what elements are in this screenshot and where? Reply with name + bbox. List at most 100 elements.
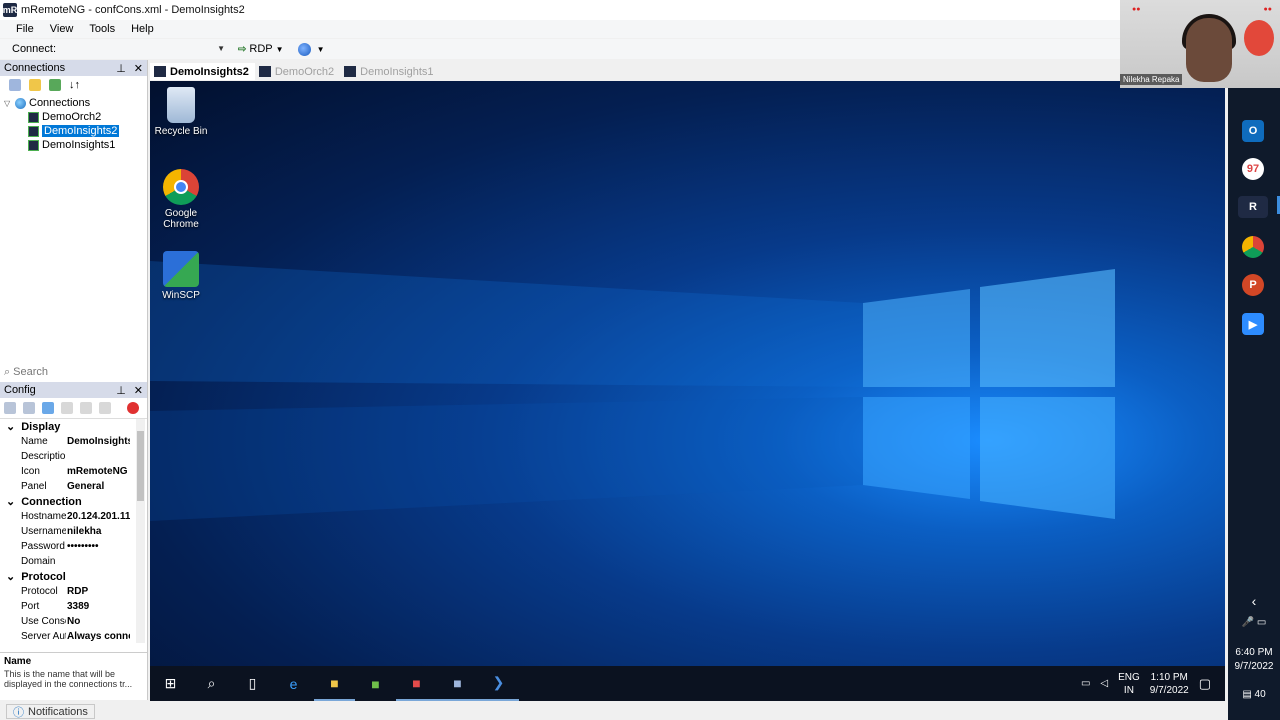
chevron-down-icon: ▼ bbox=[275, 44, 284, 54]
prop-value[interactable]: General bbox=[66, 481, 130, 492]
desktop-icon-recycle-bin[interactable]: Recycle Bin bbox=[150, 87, 212, 137]
task-view-button[interactable]: ▯ bbox=[232, 666, 273, 701]
notifications-button[interactable]: ⓘ Notifications bbox=[6, 704, 95, 719]
taskbar-app-red[interactable]: ■ bbox=[396, 666, 437, 701]
prop-value[interactable]: Always connect bbox=[66, 631, 130, 642]
taskbar-file-explorer[interactable]: ■ bbox=[314, 666, 355, 701]
outlook-icon[interactable]: O bbox=[1242, 120, 1264, 142]
menu-file[interactable]: File bbox=[8, 23, 42, 35]
new-connection-icon[interactable] bbox=[9, 79, 21, 91]
prop-row[interactable]: Hostname 20.124.201.11 bbox=[0, 509, 147, 524]
zoom-icon[interactable]: ▶ bbox=[1242, 313, 1264, 335]
tree-item-demoinsights1[interactable]: DemoInsights1 bbox=[4, 138, 147, 152]
chevron-left-icon[interactable]: ‹ bbox=[1228, 594, 1280, 608]
tree-root[interactable]: ▽ Connections bbox=[4, 96, 147, 110]
collapse-icon[interactable]: ▽ bbox=[4, 99, 12, 108]
inheritance-icon[interactable] bbox=[61, 402, 73, 414]
tree-item-demoorch2[interactable]: DemoOrch2 bbox=[4, 110, 147, 124]
prop-value[interactable]: ••••••••• bbox=[66, 541, 130, 552]
notifications-label: Notifications bbox=[28, 705, 88, 718]
app-badge-icon[interactable]: 97 bbox=[1242, 158, 1264, 180]
desktop-icon-chrome[interactable]: Google Chrome bbox=[150, 169, 212, 230]
category-connection[interactable]: ⌄ Connection bbox=[0, 494, 147, 509]
prop-value[interactable]: No bbox=[66, 616, 130, 627]
globe-icon[interactable] bbox=[297, 42, 311, 56]
taskbar-ie[interactable]: e bbox=[273, 666, 314, 701]
remote-desktop[interactable]: Recycle Bin Google Chrome WinSCP ⊞ ⌕ ▯ e… bbox=[150, 81, 1225, 701]
prop-value[interactable]: DemoInsights2 bbox=[66, 436, 130, 447]
taskbar-app[interactable]: ■ bbox=[355, 666, 396, 701]
app-icon: ■ bbox=[412, 674, 421, 691]
category-display[interactable]: ⌄ Display bbox=[0, 419, 147, 434]
sort-icon[interactable]: ↓↑ bbox=[69, 79, 80, 91]
close-icon[interactable]: ✕ bbox=[134, 62, 143, 75]
menu-help[interactable]: Help bbox=[123, 23, 162, 35]
menu-view[interactable]: View bbox=[42, 23, 82, 35]
network-icon[interactable]: ▭ bbox=[1081, 678, 1090, 689]
prop-value[interactable]: RDP bbox=[66, 586, 130, 597]
view-icon[interactable] bbox=[49, 79, 61, 91]
prop-row[interactable]: Panel General bbox=[0, 479, 147, 494]
property-grid-scrollbar[interactable] bbox=[136, 419, 145, 643]
prop-value[interactable]: 3389 bbox=[66, 601, 130, 612]
taskbar-winscp[interactable]: ■ bbox=[437, 666, 478, 701]
prop-row[interactable]: Password ••••••••• bbox=[0, 539, 147, 554]
prop-value[interactable]: mRemoteNG bbox=[66, 466, 130, 477]
volume-icon[interactable]: ◁ bbox=[1100, 678, 1108, 689]
prop-row[interactable]: Server AuthenticationAlways connect bbox=[0, 629, 147, 643]
chrome-icon[interactable] bbox=[1242, 236, 1264, 258]
prop-row[interactable]: Domain bbox=[0, 554, 147, 569]
prop-row[interactable]: Icon mRemoteNG bbox=[0, 464, 147, 479]
tab-demoorch2[interactable]: DemoOrch2 bbox=[255, 63, 340, 80]
protocol-dropdown[interactable]: ⇨ RDP ▼ bbox=[238, 43, 284, 55]
prop-row[interactable]: Name DemoInsights2 bbox=[0, 434, 147, 449]
new-folder-icon[interactable] bbox=[29, 79, 41, 91]
rdp-icon: ⇨ bbox=[238, 43, 247, 55]
chevron-down-icon[interactable]: ▼ bbox=[317, 45, 325, 54]
prop-row[interactable]: Use ConsoleNo bbox=[0, 614, 147, 629]
powerpoint-icon[interactable]: P bbox=[1242, 274, 1264, 296]
chevron-down-icon[interactable]: ▼ bbox=[217, 44, 225, 53]
connections-search[interactable]: ⌕ Search bbox=[0, 364, 147, 380]
prop-value[interactable]: 20.124.201.11 bbox=[66, 511, 130, 522]
tree-item-demoinsights2[interactable]: DemoInsights2 bbox=[4, 124, 147, 138]
action-center-icon[interactable]: ▢ bbox=[1199, 676, 1211, 692]
pin-icon[interactable]: ⊥ bbox=[116, 384, 126, 397]
properties-icon[interactable] bbox=[42, 402, 54, 414]
mremoteng-taskbar-icon[interactable]: R bbox=[1238, 196, 1268, 218]
remote-clock[interactable]: 1:10 PM 9/7/2022 bbox=[1150, 671, 1189, 697]
search-icon: ⌕ bbox=[207, 675, 216, 691]
prop-row[interactable]: Port 3389 bbox=[0, 599, 147, 614]
menu-tools[interactable]: Tools bbox=[81, 23, 123, 35]
desktop-icon-winscp[interactable]: WinSCP bbox=[150, 251, 212, 301]
host-clock[interactable]: 6:40 PM 9/7/2022 bbox=[1228, 646, 1280, 674]
default-inheritance-icon[interactable] bbox=[99, 402, 111, 414]
search-button[interactable]: ⌕ bbox=[191, 666, 232, 701]
quick-connect-input[interactable]: ▼ bbox=[62, 41, 229, 57]
record-icon[interactable] bbox=[127, 402, 139, 414]
collapse-icon[interactable]: ⌄ bbox=[6, 570, 15, 583]
category-label: Connection bbox=[21, 495, 82, 508]
category-protocol[interactable]: ⌄ Protocol bbox=[0, 569, 147, 584]
start-button[interactable]: ⊞ bbox=[150, 666, 191, 701]
alphabetical-icon[interactable] bbox=[23, 402, 35, 414]
collapse-icon[interactable]: ⌄ bbox=[6, 495, 15, 508]
tray-icons[interactable]: 🎤 ▭ bbox=[1228, 616, 1280, 630]
connections-toolbar: ↓↑ bbox=[0, 76, 147, 94]
prop-row[interactable]: Username nilekha bbox=[0, 524, 147, 539]
tab-demoinsights2[interactable]: DemoInsights2 bbox=[150, 63, 255, 80]
language-indicator[interactable]: ENG IN bbox=[1118, 671, 1140, 697]
prop-row[interactable]: Description bbox=[0, 449, 147, 464]
prop-row[interactable]: Protocol RDP bbox=[0, 584, 147, 599]
scrollbar-thumb[interactable] bbox=[137, 431, 144, 501]
webcam-overlay: ●● ●● Nilekha Repaka bbox=[1120, 0, 1280, 88]
close-icon[interactable]: ✕ bbox=[134, 384, 143, 397]
default-properties-icon[interactable] bbox=[80, 402, 92, 414]
prop-value[interactable]: nilekha bbox=[66, 526, 130, 537]
categorized-icon[interactable] bbox=[4, 402, 16, 414]
notification-center[interactable]: ▤ 40 bbox=[1228, 688, 1280, 702]
collapse-icon[interactable]: ⌄ bbox=[6, 420, 15, 433]
pin-icon[interactable]: ⊥ bbox=[116, 62, 126, 75]
tab-demoinsights1[interactable]: DemoInsights1 bbox=[340, 63, 439, 80]
taskbar-powershell[interactable]: ❯ bbox=[478, 666, 519, 701]
